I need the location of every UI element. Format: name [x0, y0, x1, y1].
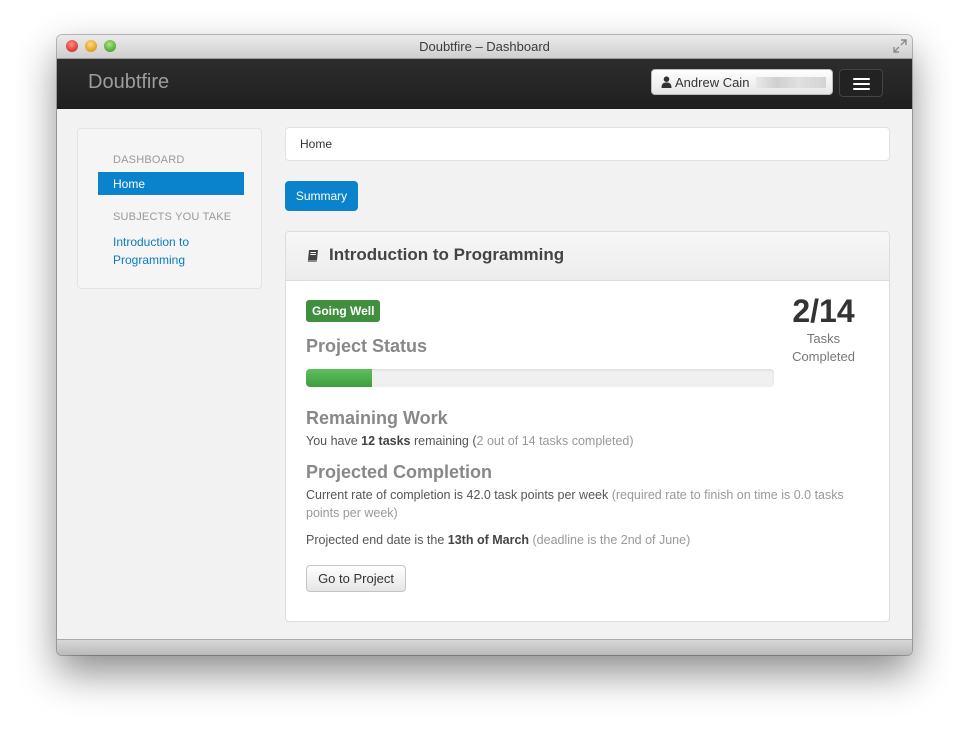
window-titlebar: Doubtfire – Dashboard [57, 35, 912, 59]
go-to-project-button[interactable]: Go to Project [306, 565, 406, 592]
hamburger-menu-icon [853, 88, 870, 90]
projected-end-date-text: Projected end date is the 13th of March … [306, 533, 691, 547]
hamburger-menu-icon [853, 83, 870, 85]
sidebar-header-dashboard: DASHBOARD [113, 154, 185, 166]
user-icon [661, 76, 672, 88]
book-icon [307, 250, 318, 262]
status-badge: Going Well [306, 300, 381, 322]
sidebar-item-intro-programming[interactable]: Introduction to Programming [113, 233, 223, 269]
main-content: DASHBOARD Home SUBJECTS YOU TAKE Introdu… [57, 109, 912, 639]
brand-logo[interactable]: Doubtfire [88, 71, 169, 94]
projected-completion-heading: Projected Completion [306, 462, 493, 482]
hamburger-menu-button[interactable] [839, 69, 883, 97]
project-panel: Introduction to Programming Going Well P… [285, 231, 890, 622]
project-status-heading: Project Status [306, 336, 428, 356]
completion-rate-text: Current rate of completion is 42.0 task … [306, 488, 844, 520]
progress-fill [306, 369, 372, 387]
user-name: Andrew Cain [675, 75, 750, 90]
breadcrumb-home: Home [300, 137, 333, 151]
panel-header: Introduction to Programming [286, 232, 889, 281]
sidebar-item-home[interactable]: Home [98, 172, 244, 195]
window-footer [57, 639, 912, 655]
tasks-completed-label: Tasks Completed [792, 331, 855, 364]
remaining-work-text: You have 12 tasks remaining (2 out of 14… [306, 434, 634, 448]
sidebar: DASHBOARD Home SUBJECTS YOU TAKE Introdu… [77, 128, 262, 289]
breadcrumb: Home [285, 127, 890, 161]
remaining-work-heading: Remaining Work [306, 408, 448, 428]
sidebar-header-subjects: SUBJECTS YOU TAKE [113, 211, 232, 223]
project-progress-bar [306, 369, 774, 387]
tab-summary[interactable]: Summary [285, 181, 358, 211]
tasks-completed-count: 2/14 [792, 293, 855, 329]
user-menu-button[interactable]: Andrew Cain [651, 69, 833, 95]
window-title: Doubtfire – Dashboard [419, 39, 550, 54]
top-navbar: Doubtfire Andrew Cain [57, 59, 912, 109]
hamburger-menu-icon [853, 78, 870, 80]
fullscreen-icon[interactable] [893, 39, 907, 53]
app-window: Doubtfire – Dashboard Doubtfire Andrew C… [57, 35, 912, 655]
panel-title: Introduction to Programming [329, 245, 565, 264]
redacted-field [756, 77, 826, 88]
